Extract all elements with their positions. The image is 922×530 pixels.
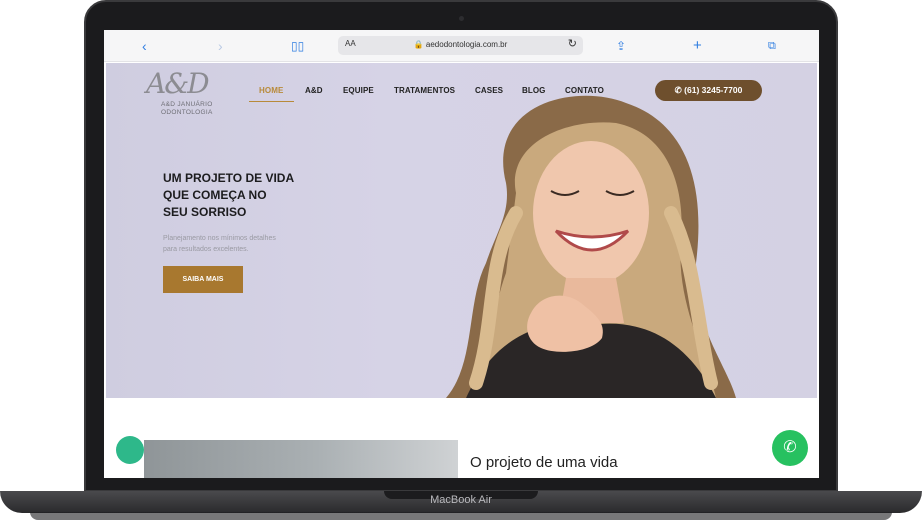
logo-name-line1: A&D JANUÁRIO [161, 101, 213, 108]
accessibility-badge-icon[interactable] [116, 436, 144, 464]
tabs-icon[interactable]: ⧉ [768, 37, 776, 55]
phone-number: (61) 3245-7700 [684, 85, 743, 95]
headline-line1: UM PROJETO DE VIDA [163, 171, 295, 185]
clinic-photo [144, 440, 458, 478]
laptop-base-shadow [30, 512, 892, 520]
phone-button[interactable]: ✆ (61) 3245-7700 [655, 80, 762, 101]
logo-mark[interactable]: A&D [146, 67, 210, 100]
nav-equipe[interactable]: EQUIPE [343, 86, 374, 95]
about-section: O projeto de uma vida ✆ [104, 398, 819, 478]
whatsapp-icon[interactable]: ✆ [772, 430, 808, 466]
nav-active-underline [249, 101, 294, 102]
nav-home[interactable]: HOME [259, 86, 283, 95]
browser-toolbar: ‹ › ▯▯ AA 🔒 aedodontologia.com.br ↻ ⇪ + … [104, 30, 819, 62]
logo-name-line2: ODONTOLOGIA [161, 109, 213, 116]
saiba-mais-button[interactable]: SAIBA MAIS [163, 266, 243, 293]
section-title: O projeto de uma vida [470, 454, 618, 471]
share-icon[interactable]: ⇪ [616, 37, 626, 55]
subtitle-line2: para resultados excelentes. [163, 246, 249, 253]
subtitle-line1: Planejamento nos mínimos detalhes [163, 235, 276, 242]
url-value: aedodontologia.com.br [425, 40, 508, 49]
laptop-frame: ‹ › ▯▯ AA 🔒 aedodontologia.com.br ↻ ⇪ + … [0, 0, 922, 530]
headline-line2: QUE COMEÇA NO [163, 188, 267, 202]
camera [459, 16, 464, 21]
hero-section: A&D A&D JANUÁRIO ODONTOLOGIA HOME A&D EQ… [106, 63, 817, 398]
phone-icon: ✆ [674, 85, 682, 95]
address-bar[interactable]: AA 🔒 aedodontologia.com.br ↻ [338, 36, 583, 55]
reload-icon[interactable]: ↻ [568, 37, 577, 50]
nav-ad[interactable]: A&D [305, 86, 323, 95]
nav-tratamentos[interactable]: TRATAMENTOS [394, 86, 455, 95]
nav-blog[interactable]: BLOG [522, 86, 546, 95]
browser-screen: ‹ › ▯▯ AA 🔒 aedodontologia.com.br ↻ ⇪ + … [104, 30, 819, 478]
headline-line3: SEU SORRISO [163, 205, 247, 219]
nav-cases[interactable]: CASES [475, 86, 503, 95]
hero-subtitle: Planejamento nos mínimos detalhes para r… [163, 233, 323, 255]
new-tab-icon[interactable]: + [693, 37, 702, 55]
model-label: MacBook Air [430, 494, 492, 506]
back-icon[interactable]: ‹ [142, 37, 147, 55]
logo-text: A&D JANUÁRIO ODONTOLOGIA [161, 101, 213, 117]
hero-photo [446, 95, 736, 398]
bookmarks-icon[interactable]: ▯▯ [291, 37, 304, 55]
nav-contato[interactable]: CONTATO [565, 86, 604, 95]
url-text: 🔒 aedodontologia.com.br [413, 40, 508, 49]
hero-headline: UM PROJETO DE VIDA QUE COMEÇA NO SEU SOR… [163, 170, 323, 221]
forward-icon[interactable]: › [218, 37, 223, 55]
